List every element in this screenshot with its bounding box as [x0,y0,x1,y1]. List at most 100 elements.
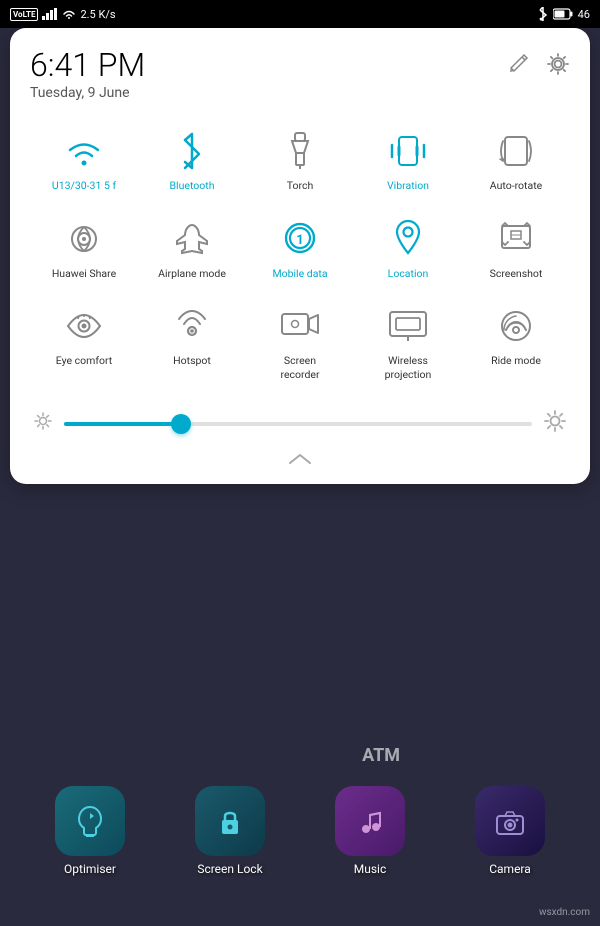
eyecomfort-icon [64,311,104,341]
screenrecorder-icon [279,309,321,343]
edit-icon[interactable] [508,52,530,82]
quick-settings-panel: 6:41 PM Tuesday, 9 June [10,28,590,484]
eyecomfort-icon-wrap [62,304,106,348]
qs-time: 6:41 PM [30,48,145,83]
music-icon [335,786,405,856]
qs-header: 6:41 PM Tuesday, 9 June [30,48,570,101]
qs-row-1: U13/30-31 5 f Bluetooth Torc [30,121,570,201]
qs-torch[interactable]: Torch [246,121,354,201]
autorotate-icon [497,133,535,169]
mobiledata-icon-wrap: 1 [278,217,322,261]
brightness-slider-fill [64,422,181,426]
hotspot-icon-wrap [170,304,214,348]
qs-ridemode[interactable]: Ride mode [462,296,570,389]
brightness-row [30,398,570,446]
status-bar: VoLTE 2.5 K/s 46 [0,0,600,28]
app-camera[interactable]: Camera [475,786,545,876]
chevron-up-icon[interactable] [288,452,312,466]
bluetooth-icon [178,132,206,170]
qs-airplanemode[interactable]: Airplane mode [138,209,246,289]
huaweishare-label: Huawei Share [52,267,116,281]
volte-badge: VoLTE [10,8,38,21]
svg-text:1: 1 [296,233,303,248]
ridemode-icon [496,308,536,344]
qs-vibration[interactable]: Vibration [354,121,462,201]
optimiser-label: Optimiser [64,862,116,876]
bluetooth-status-icon [538,7,548,21]
qs-row-3: Eye comfort Hotspot [30,296,570,389]
qs-date: Tuesday, 9 June [30,85,145,101]
mobiledata-label: Mobile data [272,267,327,281]
app-music[interactable]: Music [335,786,405,876]
bluetooth-label: Bluetooth [170,179,215,193]
camera-icon [475,786,545,856]
battery-level: 46 [578,8,590,21]
brightness-slider-thumb[interactable] [171,414,191,434]
settings-icon[interactable] [546,52,570,82]
qs-bluetooth[interactable]: Bluetooth [138,121,246,201]
bottom-apps: Optimiser Screen Lock Music [0,786,600,876]
screenshot-icon [497,221,535,257]
wirelessprojection-icon-wrap [386,304,430,348]
optimiser-icon [55,786,125,856]
hotspot-icon [173,307,211,345]
screenrecorder-label: Screen recorder [280,354,319,381]
qs-time-block: 6:41 PM Tuesday, 9 June [30,48,145,101]
wirelessprojection-label: Wireless projection [385,354,432,381]
wifi-status-icon [62,9,76,20]
qs-screenrecorder[interactable]: Screen recorder [246,296,354,389]
screenshot-icon-wrap [494,217,538,261]
brightness-slider-track[interactable] [64,422,532,426]
qs-autorotate[interactable]: Auto-rotate [462,121,570,201]
music-label: Music [354,862,386,876]
status-right: 46 [538,7,590,21]
qs-row-2: Huawei Share Airplane mode 1 Mobile data [30,209,570,289]
autorotate-icon-wrap [494,129,538,173]
sun-large-icon [544,410,566,432]
qs-screenshot[interactable]: Screenshot [462,209,570,289]
brightness-max-icon [544,410,566,438]
wifi-icon-wrap [62,129,106,173]
app-screenlock[interactable]: Screen Lock [195,786,265,876]
qs-wifi[interactable]: U13/30-31 5 f [30,121,138,201]
autorotate-label: Auto-rotate [490,179,542,193]
huaweishare-icon [64,221,104,257]
app-optimiser[interactable]: Optimiser [55,786,125,876]
signal-icon [42,8,58,20]
screenshot-label: Screenshot [490,267,543,281]
chevron-row[interactable] [30,446,570,468]
sun-small-icon [34,412,52,430]
torch-label: Torch [287,179,314,193]
wifi-label: U13/30-31 5 f [52,179,116,193]
qs-hotspot[interactable]: Hotspot [138,296,246,389]
ridemode-icon-wrap [494,304,538,348]
brightness-min-icon [34,412,52,435]
qs-wirelessprojection[interactable]: Wireless projection [354,296,462,389]
bluetooth-icon-wrap [170,129,214,173]
screenlock-icon [195,786,265,856]
qs-header-icons [508,52,570,82]
screenlock-label: Screen Lock [197,862,262,876]
status-left: VoLTE 2.5 K/s [10,8,116,21]
ridemode-label: Ride mode [491,354,541,368]
vibration-icon [387,133,429,169]
airplanemode-label: Airplane mode [158,267,226,281]
huaweishare-icon-wrap [62,217,106,261]
location-icon-wrap [386,217,430,261]
battery-icon [553,8,573,20]
torch-icon-wrap [278,129,322,173]
camera-label: Camera [489,862,531,876]
network-speed: 2.5 K/s [80,8,115,21]
watermark: wsxdn.com [539,907,590,918]
qs-location[interactable]: Location [354,209,462,289]
qs-eyecomfort[interactable]: Eye comfort [30,296,138,389]
torch-icon [286,131,314,171]
vibration-icon-wrap [386,129,430,173]
atm-text: ATM [362,745,400,766]
qs-huaweishare[interactable]: Huawei Share [30,209,138,289]
hotspot-label: Hotspot [173,354,211,368]
screenrecorder-icon-wrap [278,304,322,348]
location-label: Location [388,267,429,281]
qs-mobiledata[interactable]: 1 Mobile data [246,209,354,289]
airplane-icon-wrap [170,217,214,261]
